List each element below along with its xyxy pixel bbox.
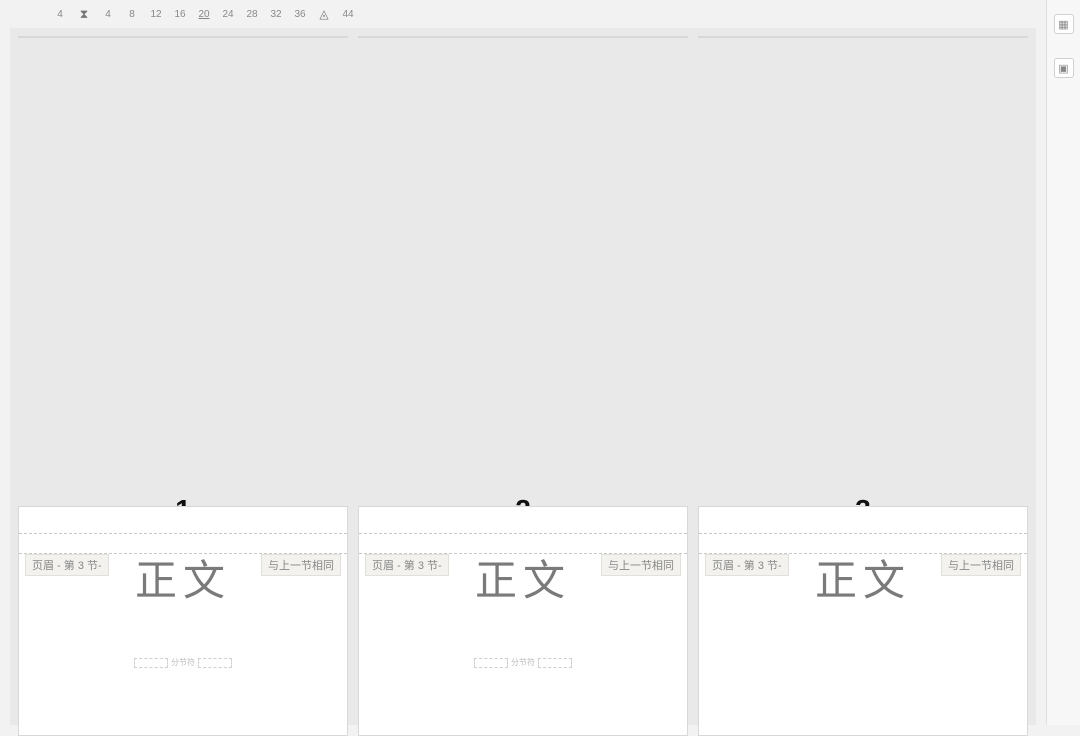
header-guide (359, 533, 687, 534)
first-line-indent-marker[interactable]: ⧗ (72, 7, 96, 22)
ruler-tick: 20 (192, 9, 216, 20)
ruler-tick: 44 (336, 9, 360, 20)
right-side-panel: ▦ ▣ (1046, 0, 1080, 725)
page-5[interactable]: 页眉 - 第 3 节- 与上一节相同 正文 分节符 (358, 506, 688, 736)
page-title[interactable]: 正文 (19, 547, 347, 608)
ruler-tick: 36 (288, 9, 312, 20)
page-title[interactable]: 正文 (359, 547, 687, 608)
page-6[interactable]: 页眉 - 第 3 节- 与上一节相同 正文 (698, 506, 1028, 736)
ruler-tick: 16 (168, 9, 192, 20)
page-grid-workspace: 页眉 - 第 1 节- 封面 分节符(下一页) # 重新编号 ▾ (10, 28, 1036, 725)
horizontal-ruler[interactable]: 4 ⧗ 4 8 12 16 20 24 28 32 36 ◬ 44 (48, 6, 360, 22)
right-indent-marker[interactable]: ◬ (312, 7, 336, 21)
page-title[interactable]: 正文 (699, 547, 1027, 608)
header-guide (699, 533, 1027, 534)
page-1[interactable]: 页眉 - 第 1 节- 封面 分节符(下一页) # 重新编号 ▾ (18, 36, 348, 38)
ruler-tick: 12 (144, 9, 168, 20)
side-panel-button-2[interactable]: ▣ (1054, 58, 1074, 78)
ruler-tick: 24 (216, 9, 240, 20)
ruler-tick: 28 (240, 9, 264, 20)
page-2[interactable]: 页眉 - 第 2 节- 与上一节相同 页脚 - 第 2 节- 与上一节相同 目录… (358, 36, 688, 38)
section-break-indicator: 分节符 (134, 657, 232, 668)
side-panel-button-1[interactable]: ▦ (1054, 14, 1074, 34)
page-3[interactable]: 页眉 - 第 2 节- 与上一节相同 页脚 - 第 2 节- 与上一节相同 目录… (698, 36, 1028, 38)
header-guide (19, 533, 347, 534)
ruler-tick: 32 (264, 9, 288, 20)
page-4[interactable]: 页眉 - 第 3 节- 与上一节相同 正文 分节符 (18, 506, 348, 736)
ruler-tick: 4 (48, 9, 72, 20)
ruler-tick: 4 (96, 9, 120, 20)
ruler-tick: 8 (120, 9, 144, 20)
section-break-indicator: 分节符 (474, 657, 572, 668)
